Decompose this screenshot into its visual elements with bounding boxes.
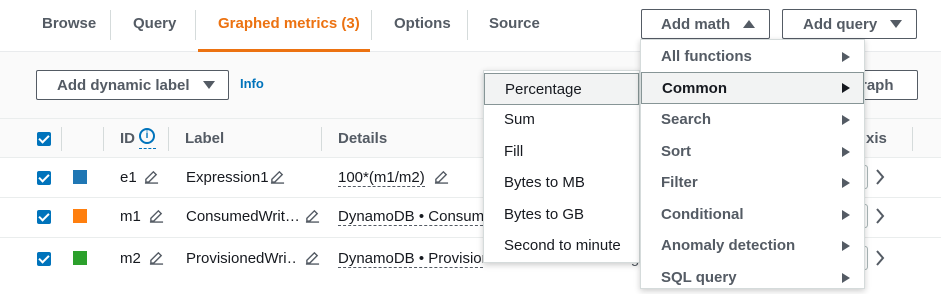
color-swatch[interactable] [73,209,87,223]
column-divider [321,127,322,151]
menu-item-label: Bytes to MB [504,174,585,191]
caret-up-icon [743,20,756,28]
tab-browse[interactable]: Browse [42,15,96,32]
add-query-label: Add query [803,15,878,33]
column-divider [168,127,169,151]
add-dynamic-label-button[interactable]: Add dynamic label [36,70,229,100]
triangle-right-icon [842,178,850,188]
add-dynamic-label-label: Add dynamic label [57,76,190,94]
menu-item-anomaly-detection[interactable]: Anomaly detection [641,230,864,262]
column-header-id[interactable]: ID [120,130,135,147]
metric-label: ConsumedWrit… [186,208,298,225]
add-math-menu: All functions Common Search Sort Filter … [640,39,865,289]
color-swatch[interactable] [73,251,87,265]
metric-details[interactable]: DynamoDB • Provision [338,250,483,268]
menu-item-label: Fill [504,143,524,160]
column-header-label[interactable]: Label [185,130,224,147]
tab-divider [371,10,372,40]
caret-down-icon [890,20,903,28]
menu-item-label: Filter [661,174,698,191]
menu-item-label: All functions [661,48,752,65]
menu-item-label: Sum [504,111,535,128]
add-math-button[interactable]: Add math [641,9,770,39]
menu-item-label: SQL query [661,269,737,286]
add-query-button[interactable]: Add query [782,9,917,39]
color-swatch[interactable] [73,170,87,184]
menu-item-label: Anomaly detection [661,237,796,254]
tab-divider [110,10,111,40]
info-icon[interactable]: i [139,128,155,144]
column-divider [912,127,913,151]
tab-query[interactable]: Query [133,15,176,32]
menu-item-second-to-minute[interactable]: Second to minute [484,230,639,262]
metric-id: m2 [120,250,141,267]
triangle-right-icon [842,210,850,220]
metric-details[interactable]: DynamoDB • Consume [338,208,483,226]
triangle-right-icon [842,115,850,125]
menu-item-label: Conditional [661,206,744,223]
menu-item-conditional[interactable]: Conditional [641,199,864,231]
tab-options[interactable]: Options [394,15,451,32]
menu-item-label: Search [661,111,712,128]
info-underline [139,148,156,149]
chevron-right-icon[interactable] [875,208,885,224]
menu-item-label: Bytes to GB [504,206,585,223]
menu-item-label: Percentage [505,81,582,98]
menu-item-filter[interactable]: Filter [641,167,864,199]
menu-item-sort[interactable]: Sort [641,136,864,168]
tab-divider [467,10,468,40]
menu-item-all-functions[interactable]: All functions [641,41,864,73]
graph-button-label: raph [861,76,894,94]
edit-icon[interactable] [305,208,320,223]
edit-icon[interactable] [305,250,320,265]
edit-icon[interactable] [149,208,164,223]
edit-icon[interactable] [270,169,285,184]
triangle-right-icon [842,52,850,62]
tab-divider [195,10,196,40]
common-functions-menu: Percentage Sum Fill Bytes to MB Bytes to… [483,70,640,263]
metric-id: m1 [120,208,141,225]
tab-source[interactable]: Source [489,15,540,32]
menu-item-label: Second to minute [504,237,621,254]
menu-item-sql-query[interactable]: SQL query [641,262,864,294]
row-checkbox[interactable] [37,252,51,266]
menu-item-label: Sort [661,143,691,160]
chevron-right-icon[interactable] [875,169,885,185]
edit-icon[interactable] [144,169,159,184]
menu-item-percentage[interactable]: Percentage [484,73,639,105]
edit-icon[interactable] [434,169,449,184]
triangle-right-icon [842,83,850,93]
edit-icon[interactable] [149,250,164,265]
row-checkbox[interactable] [37,210,51,224]
tab-graphed-metrics[interactable]: Graphed metrics (3) [218,15,360,32]
metric-id: e1 [120,169,137,186]
chevron-right-icon[interactable] [875,250,885,266]
triangle-right-icon [842,241,850,251]
column-header-y-axis[interactable]: xis [866,130,887,147]
metric-label: ProvisionedWri… [186,250,298,267]
menu-item-label: Common [662,80,727,97]
menu-item-sum[interactable]: Sum [484,104,639,136]
menu-item-fill[interactable]: Fill [484,136,639,168]
menu-item-bytes-to-gb[interactable]: Bytes to GB [484,199,639,231]
metric-details[interactable]: 100*(m1/m2) [338,169,425,187]
menu-item-common[interactable]: Common [641,72,864,104]
add-math-label: Add math [661,15,731,33]
column-divider [103,127,104,151]
triangle-right-icon [842,273,850,283]
menu-item-bytes-to-mb[interactable]: Bytes to MB [484,167,639,199]
column-divider [61,127,62,151]
info-link[interactable]: Info [240,76,264,91]
row-checkbox[interactable] [37,171,51,185]
caret-down-icon [202,81,215,89]
menu-item-search[interactable]: Search [641,104,864,136]
column-header-details[interactable]: Details [338,130,387,147]
metric-label: Expression1 [186,169,269,186]
triangle-right-icon [842,147,850,157]
select-all-checkbox[interactable] [37,132,51,146]
